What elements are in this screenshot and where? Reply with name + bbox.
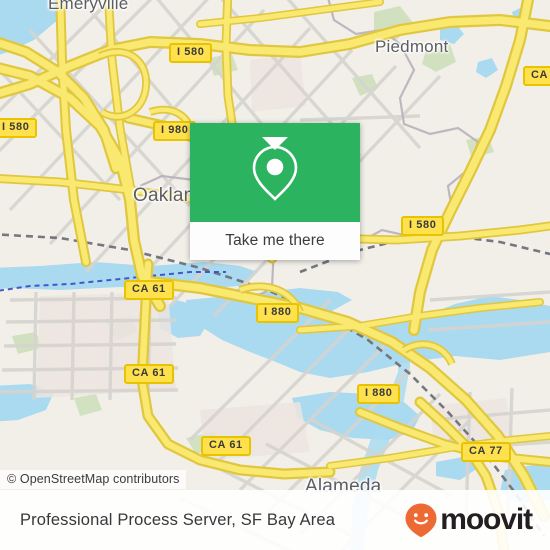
- highway-shield-ca61-mid: CA 61: [124, 364, 174, 384]
- highway-shield-i880-south: I 880: [357, 384, 401, 404]
- highway-shield-ca-east: CA: [523, 66, 550, 86]
- moovit-smiling-pin-icon: [405, 503, 437, 538]
- moovit-brand[interactable]: moovit: [404, 502, 533, 538]
- place-label-emeryville: Emeryville: [48, 0, 129, 13]
- take-me-there-label: Take me there: [225, 232, 325, 249]
- map-screenshot: Emeryville Piedmont Oakland Alameda I 58…: [0, 0, 550, 550]
- highway-shield-ca61-south: CA 61: [201, 436, 251, 456]
- highway-shield-i880-central: I 880: [256, 303, 300, 323]
- openstreetmap-attribution[interactable]: © OpenStreetMap contributors: [0, 470, 186, 489]
- highway-shield-i580-west: I 580: [0, 118, 38, 138]
- bottom-info-bar: Professional Process Server, SF Bay Area…: [0, 490, 550, 550]
- map-vector-layer: [0, 0, 550, 550]
- map-canvas[interactable]: Emeryville Piedmont Oakland Alameda I 58…: [0, 0, 550, 550]
- location-title: Professional Process Server, SF Bay Area: [20, 510, 336, 529]
- map-pin-icon: [252, 145, 298, 201]
- moovit-wordmark: moovit: [440, 503, 533, 536]
- place-label-piedmont: Piedmont: [375, 37, 449, 56]
- highway-shield-ca61-north: CA 61: [124, 280, 174, 300]
- highway-shield-i580-east: I 580: [401, 216, 445, 236]
- popup-pointer-tail: [262, 137, 288, 150]
- highway-shield-ca77: CA 77: [461, 442, 511, 462]
- popup-action-bar[interactable]: Take me there: [190, 222, 360, 260]
- highway-shield-i580-north: I 580: [169, 43, 213, 63]
